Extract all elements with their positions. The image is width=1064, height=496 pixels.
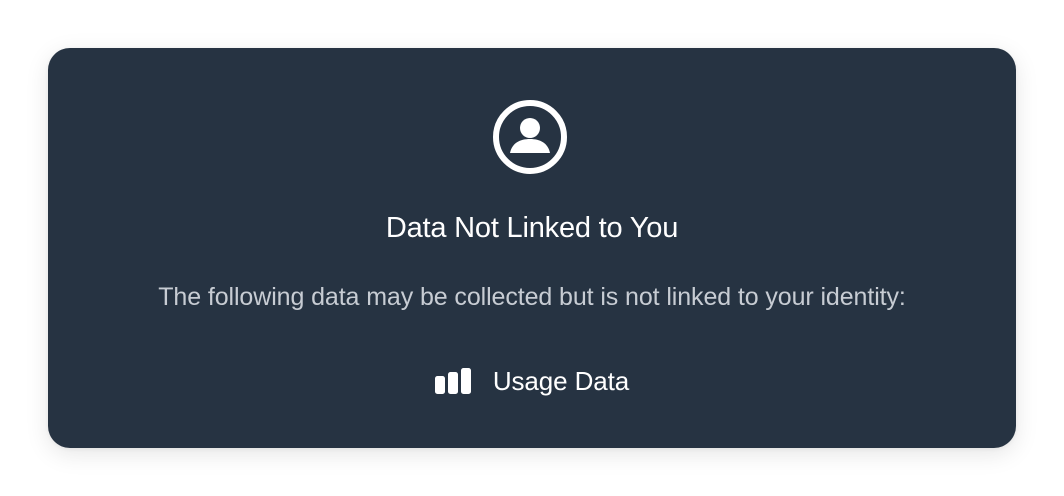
card-title: Data Not Linked to You [385,212,679,244]
data-type-label: Usage Data [492,366,630,396]
card-description: The following data may be collected but … [158,283,906,311]
data-type-item-usage-data: Usage Data [48,361,1016,401]
privacy-card: Data Not Linked to You The following dat… [48,48,1016,448]
person-circle-icon [493,100,567,174]
usage-data-icon [434,368,471,394]
page: Data Not Linked to You The following dat… [0,0,1064,496]
